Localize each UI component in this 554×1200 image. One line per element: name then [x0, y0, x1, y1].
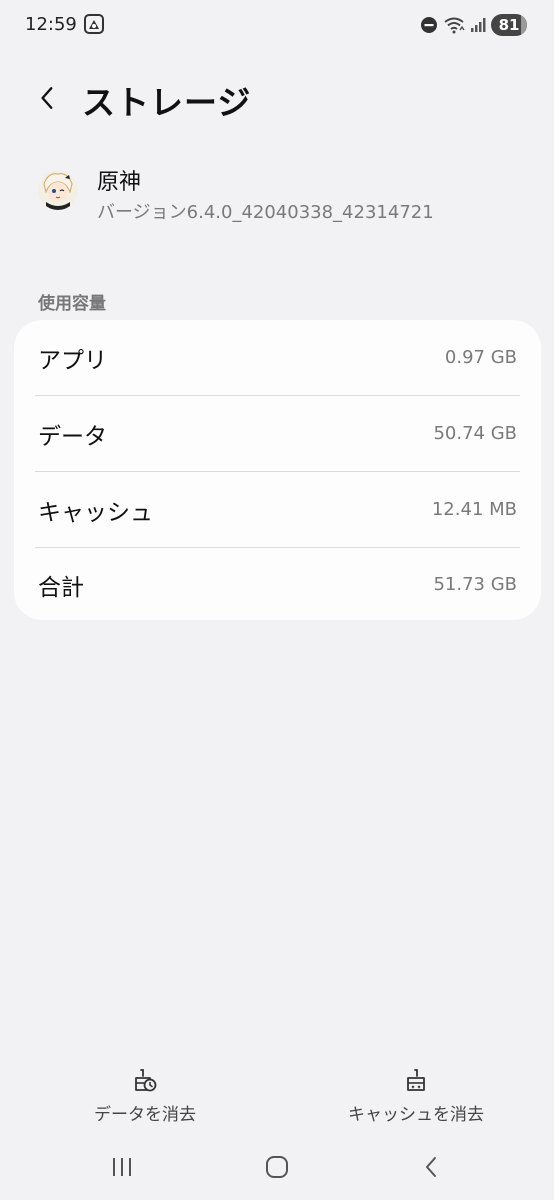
broom-data-icon [135, 1069, 157, 1092]
notification-app-icon [84, 14, 104, 34]
system-nav-bar [0, 1146, 554, 1186]
status-time: 12:59 [25, 14, 77, 35]
app-icon [38, 170, 78, 210]
nav-home-button[interactable] [262, 1152, 292, 1182]
row-value: 12.41 MB [431, 499, 517, 520]
status-bar: 12:59 81 [0, 0, 554, 52]
row-value: 50.74 GB [433, 423, 517, 444]
chevron-left-icon [41, 87, 53, 109]
app-version: バージョン6.4.0_42040338_42314721 [97, 202, 434, 223]
signal-icon [471, 18, 486, 32]
clear-cache-button[interactable]: キャッシュを消去 [316, 1066, 516, 1125]
row-value: 51.73 GB [433, 574, 517, 595]
storage-usage-card: アプリ 0.97 GB データ 50.74 GB キャッシュ 12.41 MB … [14, 320, 541, 620]
row-label: キャッシュ [38, 499, 153, 526]
battery-indicator: 81 [491, 14, 527, 36]
row-value: 0.97 GB [444, 347, 517, 368]
clear-data-label: データを消去 [94, 1105, 196, 1125]
back-button[interactable] [30, 80, 66, 116]
row-label: データ [38, 423, 107, 450]
battery-level: 81 [498, 16, 520, 34]
storage-row-total: 合計 51.73 GB [35, 547, 520, 622]
page-title: ストレージ [82, 83, 252, 122]
storage-row-app: アプリ 0.97 GB [35, 320, 520, 395]
row-label: 合計 [38, 574, 84, 601]
wifi-icon [444, 17, 465, 34]
broom-cache-icon [407, 1069, 425, 1091]
storage-row-cache: キャッシュ 12.41 MB [35, 472, 520, 547]
nav-recents-button[interactable] [107, 1152, 137, 1182]
storage-row-data: データ 50.74 GB [35, 396, 520, 471]
app-name: 原神 [97, 170, 142, 195]
do-not-disturb-icon [421, 17, 437, 33]
status-icons: 81 [420, 14, 527, 36]
clear-cache-label: キャッシュを消去 [348, 1105, 484, 1125]
section-header-usage: 使用容量 [38, 294, 106, 314]
back-icon [426, 1157, 436, 1177]
row-label: アプリ [38, 347, 107, 374]
nav-back-button[interactable] [417, 1152, 447, 1182]
recents-icon [113, 1158, 131, 1176]
home-icon [266, 1156, 288, 1178]
clear-data-button[interactable]: データを消去 [45, 1066, 245, 1125]
